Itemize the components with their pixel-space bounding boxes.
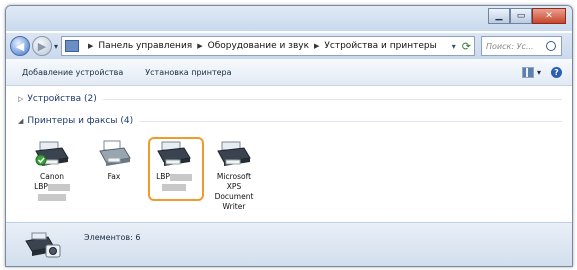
- device-list: ▷ Устройства (2) ◢ Принтеры и факсы (4): [6, 86, 572, 221]
- breadcrumb-separator-icon[interactable]: ▶: [88, 42, 93, 50]
- item-count: Элементов: 6: [84, 233, 141, 242]
- redacted-text: [38, 193, 66, 201]
- command-bar: Добавление устройства Установка принтера…: [6, 59, 572, 86]
- breadcrumb-separator-icon[interactable]: ▶: [314, 42, 319, 50]
- views-chevron-down-icon: ▾: [536, 67, 541, 77]
- breadcrumb-control-panel[interactable]: Панель управления: [98, 41, 192, 51]
- views-icon: [521, 66, 534, 78]
- close-button[interactable]: ✕: [532, 8, 566, 24]
- help-icon[interactable]: ?: [551, 66, 562, 78]
- group-divider: [102, 98, 562, 100]
- printer-item-lbp-selected[interactable]: LBP: [146, 138, 202, 192]
- printer-icon: [214, 138, 254, 170]
- maximize-button[interactable]: ▭: [510, 8, 532, 24]
- recent-pages-chevron-down-icon[interactable]: ▾: [54, 42, 58, 51]
- add-printer-button[interactable]: Установка принтера: [141, 66, 235, 79]
- details-pane: Элементов: 6: [6, 222, 572, 266]
- group-devices-label: Устройства (2): [27, 94, 97, 104]
- printer-name-line: [146, 182, 202, 192]
- fax-icon: [94, 138, 134, 170]
- redacted-text: [162, 183, 186, 191]
- group-devices[interactable]: ▷ Устройства (2): [18, 94, 562, 104]
- printer-and-camera-icon: [24, 227, 64, 263]
- printer-name-line: Fax: [107, 172, 121, 181]
- redacted-text: [47, 183, 70, 191]
- search-icon[interactable]: [546, 41, 557, 51]
- forward-button[interactable]: ▶: [32, 36, 52, 56]
- title-bar: ▁ ▭ ✕: [6, 6, 572, 31]
- change-view-button[interactable]: ▾: [521, 66, 541, 78]
- breadcrumb-hardware-and-sound[interactable]: Оборудование и звук: [208, 41, 309, 51]
- printer-name-line: [24, 192, 80, 202]
- printer-name-line: Writer: [222, 202, 246, 211]
- printer-name-line: Canon: [40, 172, 64, 181]
- printer-name-line: XPS: [226, 182, 242, 191]
- minimize-button[interactable]: ▁: [488, 8, 510, 24]
- group-divider: [139, 120, 562, 122]
- breadcrumb-devices-and-printers[interactable]: Устройства и принтеры: [324, 41, 436, 51]
- printer-item-canon[interactable]: Canon LBP: [24, 138, 80, 202]
- printer-name-line: LBP: [24, 182, 80, 192]
- printer-item-fax[interactable]: Fax: [86, 138, 142, 182]
- printer-icon: [154, 138, 194, 170]
- expand-arrow-icon[interactable]: ▷: [18, 95, 23, 103]
- printer-default-icon: [32, 138, 72, 170]
- address-history-chevron-down-icon[interactable]: ▾: [452, 42, 456, 51]
- control-panel-icon: [65, 40, 80, 52]
- refresh-icon[interactable]: ⟳: [462, 40, 471, 53]
- back-button[interactable]: ◀: [10, 36, 30, 56]
- devices-and-printers-window: ▁ ▭ ✕ ◀ ▶ ▾ ▶ Панель управления ▶ Оборуд…: [5, 5, 573, 267]
- group-printers-label: Принтеры и факсы (4): [27, 116, 134, 126]
- address-row: ◀ ▶ ▾ ▶ Панель управления ▶ Оборудование…: [6, 33, 572, 59]
- search-input[interactable]: Поиск: Ус...: [481, 36, 563, 56]
- breadcrumb-separator-icon[interactable]: ▶: [197, 42, 202, 50]
- address-bar[interactable]: ▶ Панель управления ▶ Оборудование и зву…: [61, 36, 476, 56]
- printer-name-line: Microsoft: [216, 172, 252, 181]
- printer-name-line: Document: [214, 192, 254, 201]
- caption-buttons: ▁ ▭ ✕: [488, 8, 566, 24]
- collapse-arrow-icon[interactable]: ◢: [18, 117, 23, 125]
- redacted-text: [169, 173, 192, 181]
- printer-item-xps-writer[interactable]: Microsoft XPS Document Writer: [206, 138, 262, 212]
- group-printers[interactable]: ◢ Принтеры и факсы (4): [18, 116, 562, 126]
- add-device-button[interactable]: Добавление устройства: [18, 66, 127, 79]
- printer-name-line: LBP: [146, 172, 202, 182]
- search-placeholder: Поиск: Ус...: [486, 41, 534, 51]
